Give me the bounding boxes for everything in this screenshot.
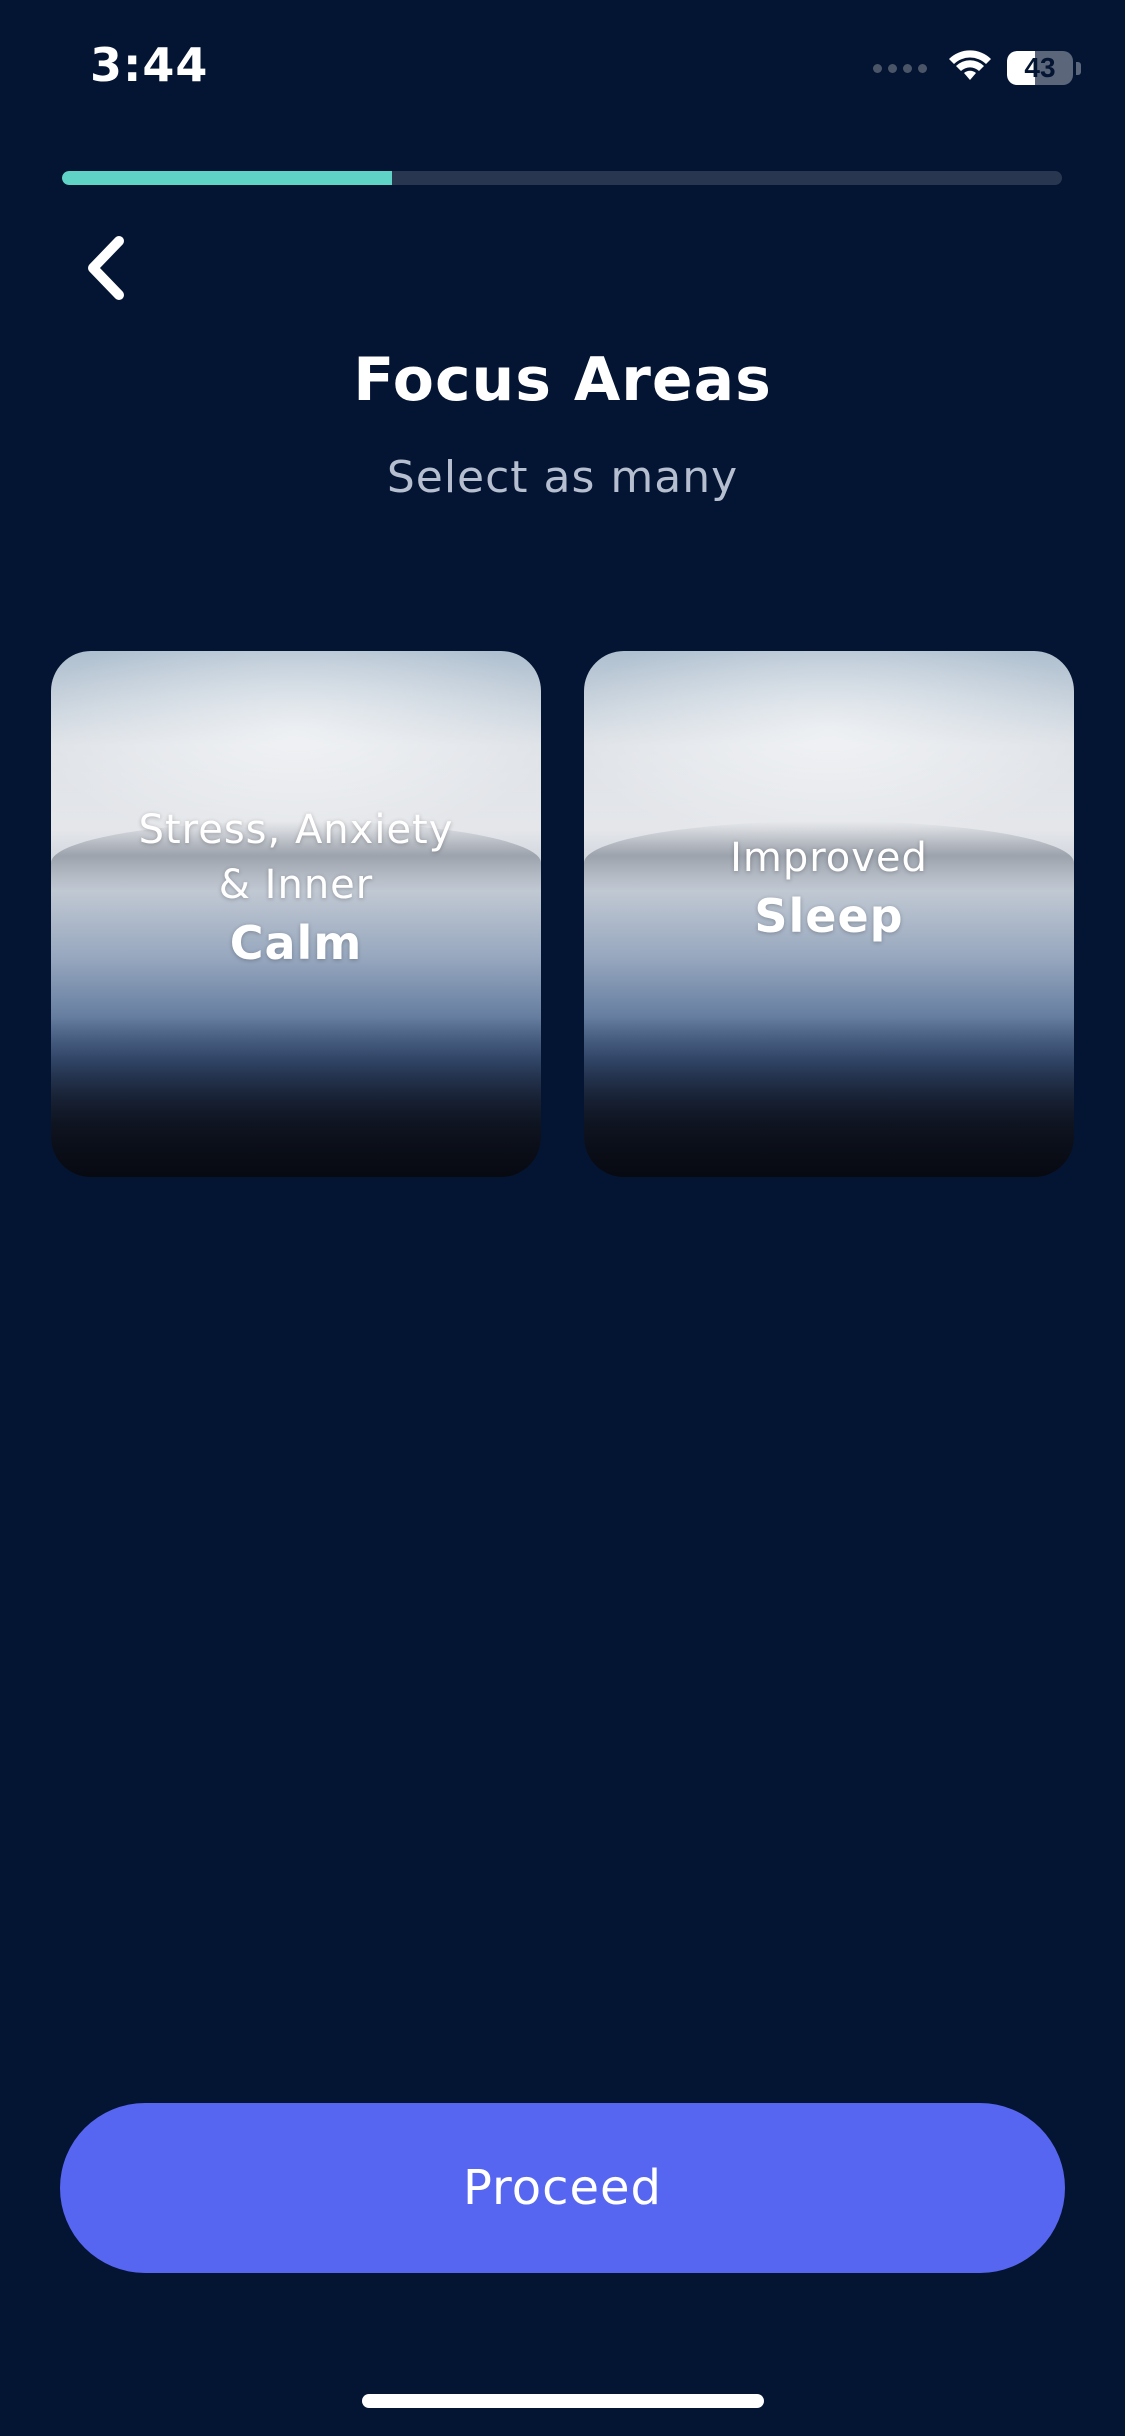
onboarding-progress-fill [62,171,392,185]
back-button[interactable] [66,220,146,316]
focus-card-emphasis: Calm [229,916,363,970]
focus-card-improved-sleep[interactable]: Improved Sleep [584,651,1074,1177]
page-title: Focus Areas [353,345,772,415]
cellular-signal-icon [873,63,927,73]
onboarding-focus-areas-screen: 3:44 43 Focus Areas Select as many Stres… [0,0,1125,2436]
focus-card-stress-anxiety-calm[interactable]: Stress, Anxiety & Inner Calm [51,651,541,1177]
focus-card-label: Improved Sleep [584,651,1074,1177]
status-time: 3:44 [90,38,209,92]
page-subtitle: Select as many [386,452,739,503]
chevron-left-icon [88,236,124,300]
home-indicator[interactable] [362,2394,764,2408]
onboarding-progress-bar [62,171,1062,185]
focus-card-emphasis: Sleep [754,888,904,943]
battery-tip [1076,61,1081,75]
focus-card-line: Stress, Anxiety [138,807,454,853]
focus-card-label: Stress, Anxiety & Inner Calm [51,651,541,1177]
proceed-button[interactable]: Proceed [60,2103,1065,2273]
battery-level: 43 [1024,52,1056,83]
status-icons: 43 [873,48,1081,88]
focus-card-line: & Inner [218,862,374,908]
battery-icon: 43 [1007,51,1073,85]
wifi-icon [947,49,993,87]
focus-card-line: Improved [730,834,928,881]
